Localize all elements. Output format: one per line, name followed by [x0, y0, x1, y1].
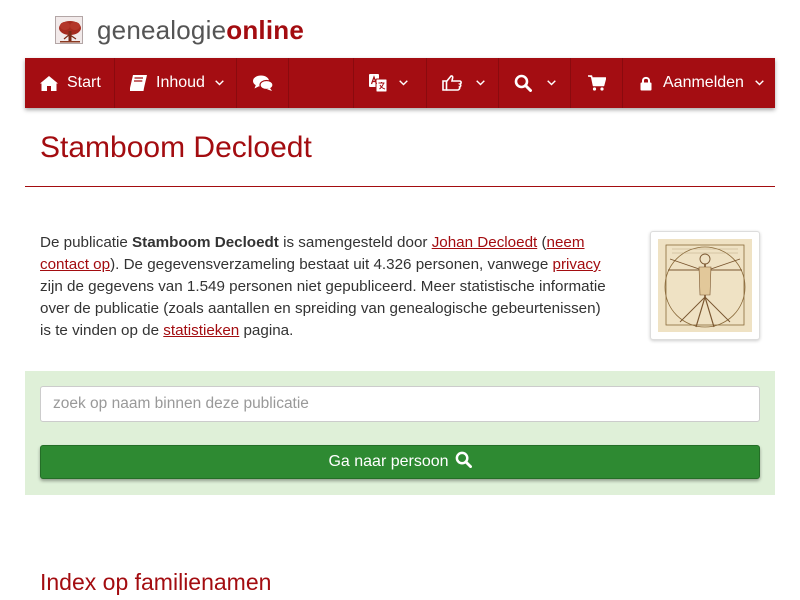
- search-icon: [514, 74, 532, 92]
- nav-start[interactable]: Start: [25, 58, 115, 108]
- go-to-person-button[interactable]: Ga naar persoon: [40, 445, 760, 479]
- site-logo[interactable]: genealogieonline: [55, 14, 304, 46]
- publication-thumbnail[interactable]: [650, 231, 760, 340]
- vitruvian-man-image: [658, 239, 752, 332]
- desc-text: zijn de gegevens van 1.549 personen niet…: [40, 278, 606, 339]
- page-title: Stamboom Decloedt: [40, 131, 312, 164]
- cart-icon: [587, 75, 606, 91]
- site-name: genealogieonline: [97, 15, 304, 45]
- desc-text: De publicatie: [40, 234, 133, 251]
- nav-language[interactable]: [353, 58, 427, 108]
- publication-search-panel: Ga naar persoon: [25, 371, 775, 495]
- nav-discussions[interactable]: [237, 58, 289, 108]
- search-icon: [455, 451, 472, 473]
- book-icon: [130, 75, 147, 91]
- publication-name: Stamboom Decloedt: [132, 234, 279, 251]
- tree-logo-icon: [55, 16, 83, 44]
- nav-contents-label: Inhoud: [156, 74, 205, 91]
- surname-index-heading: Index op familienamen: [40, 569, 272, 595]
- chevron-down-icon: [215, 80, 224, 86]
- comments-icon: [252, 75, 273, 91]
- search-input[interactable]: [40, 386, 760, 422]
- nav-login[interactable]: Aanmelden: [623, 58, 775, 108]
- nav-shop[interactable]: [571, 58, 623, 108]
- lock-icon: [640, 76, 652, 91]
- nav-contents[interactable]: Inhoud: [115, 58, 237, 108]
- chevron-down-icon: [547, 80, 556, 86]
- title-divider: [25, 186, 775, 187]
- nav-share[interactable]: [427, 58, 499, 108]
- go-to-person-label: Ga naar persoon: [328, 453, 449, 470]
- desc-text: (: [537, 234, 547, 251]
- home-icon: [40, 75, 58, 91]
- publication-description: De publicatie Stamboom Decloedt is samen…: [40, 232, 610, 342]
- thumbs-up-icon: [442, 75, 462, 91]
- nav-login-label: Aanmelden: [663, 74, 744, 91]
- chevron-down-icon: [476, 80, 485, 86]
- statistics-link[interactable]: statistieken: [163, 322, 239, 339]
- chevron-down-icon: [399, 80, 408, 86]
- desc-text: is samengesteld door: [278, 234, 432, 251]
- main-navbar: Start Inhoud Aanmelden: [25, 58, 775, 108]
- nav-start-label: Start: [67, 74, 101, 91]
- nav-search[interactable]: [499, 58, 571, 108]
- privacy-link[interactable]: privacy: [553, 256, 601, 273]
- site-name-bold: online: [226, 15, 304, 45]
- site-name-light: genealogie: [97, 15, 227, 45]
- desc-text: ). De gegevensverzameling bestaat uit 4.…: [110, 256, 553, 273]
- chevron-down-icon: [755, 80, 764, 86]
- desc-text: pagina.: [239, 322, 294, 339]
- author-link[interactable]: Johan Decloedt: [432, 234, 538, 251]
- translate-icon: [369, 74, 387, 92]
